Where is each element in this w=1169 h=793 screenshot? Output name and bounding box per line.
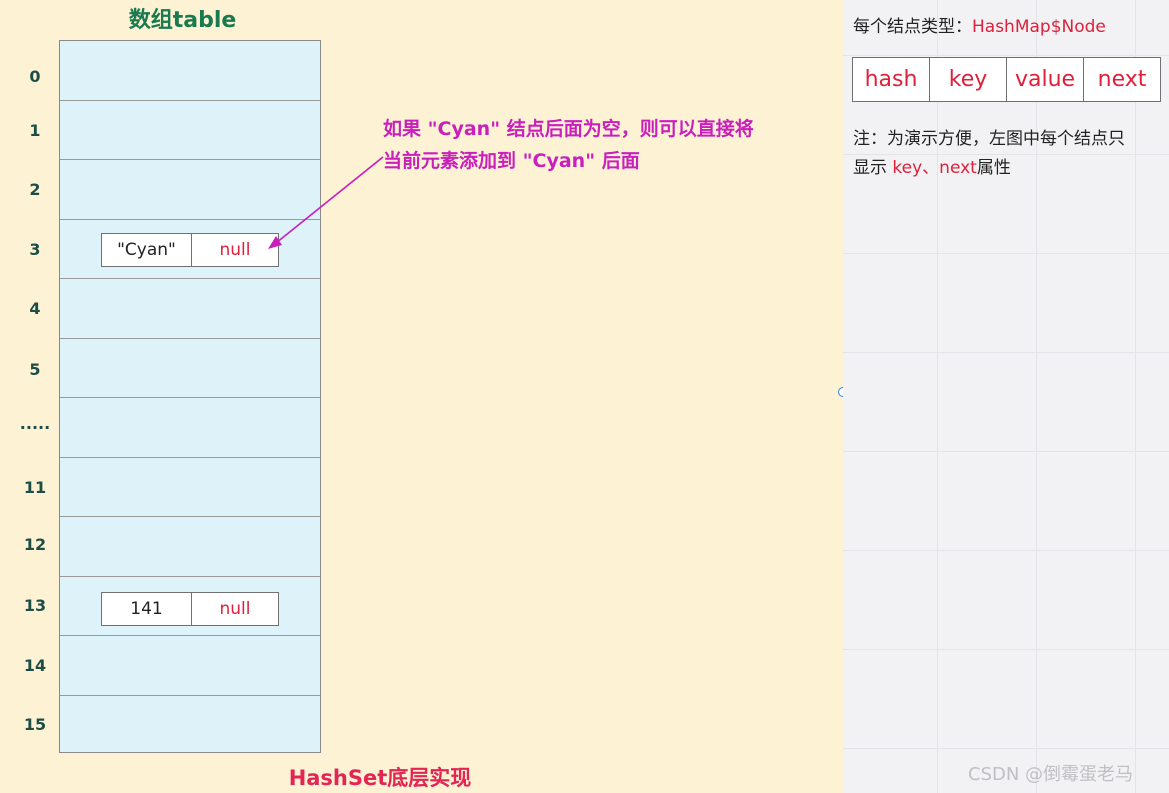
- diagram-canvas: 数组table 0 1 2 3 4 5 ..... 11 12 13 14 15…: [0, 0, 843, 793]
- field-hash: hash: [853, 58, 930, 101]
- field-next: next: [1097, 67, 1147, 92]
- node-fields-table: hash key value next: [852, 57, 1161, 102]
- side-panel: [843, 0, 1169, 793]
- field-key: key: [930, 58, 1007, 101]
- note-highlight: key、next: [892, 158, 977, 178]
- node-type-label: 每个结点类型：HashMap$Node: [853, 12, 1106, 37]
- note-line: 注：为演示方便，左图中每个结点只: [853, 129, 1125, 149]
- field-value: value: [1007, 58, 1084, 101]
- diagram-caption: HashSet底层实现: [288, 766, 472, 790]
- arrow-head: [268, 236, 282, 249]
- watermark: CSDN @倒霉蛋老马: [968, 764, 1134, 785]
- annotation-arrow: [268, 156, 384, 249]
- note-line: 显示 key、next属性: [853, 154, 1169, 183]
- demo-note: 注：为演示方便，左图中每个结点只 显示 key、next属性: [853, 125, 1169, 183]
- node-type-prefix: 每个结点类型：: [853, 17, 972, 37]
- arrow-line: [275, 156, 384, 244]
- note-suffix: 属性: [976, 158, 1011, 178]
- node-type-name: HashMap$Node: [972, 17, 1106, 37]
- note-prefix: 显示: [853, 158, 893, 178]
